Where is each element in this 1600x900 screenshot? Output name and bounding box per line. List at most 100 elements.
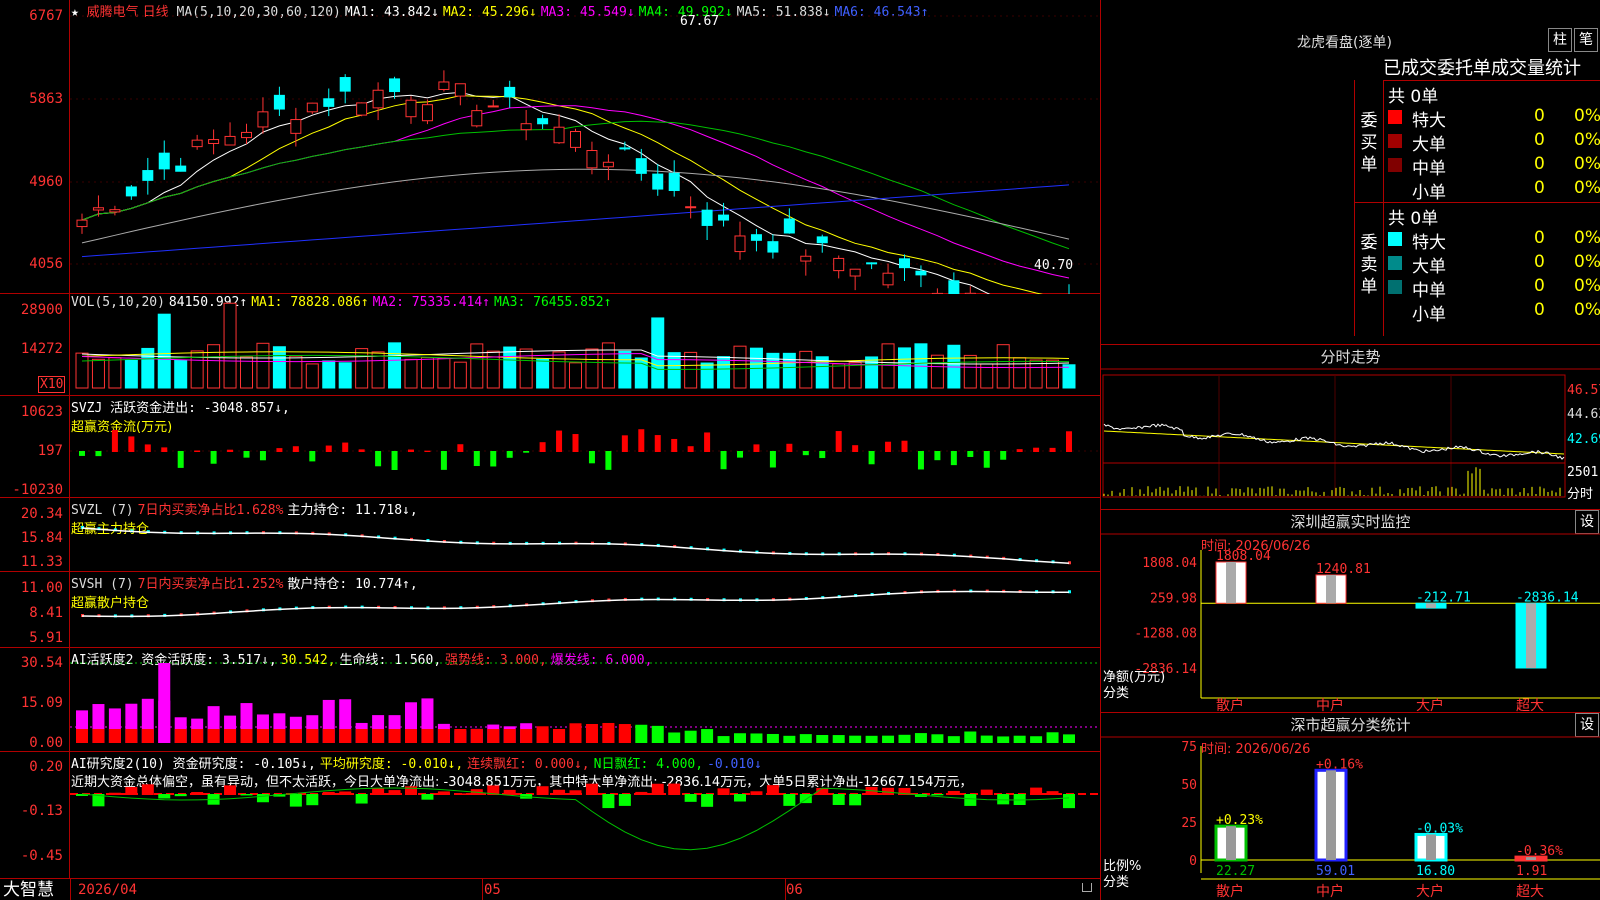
activity-spike <box>158 663 171 743</box>
dragon-tiger-panel[interactable]: 龙虎看盘(逐单) 柱 笔 已成交委托单成交量统计 委买单共 0单 特大 0 0% 大单 0… <box>1100 0 1600 345</box>
research-bar <box>931 794 944 796</box>
activity-bar <box>734 733 746 743</box>
research-bar <box>224 785 237 795</box>
fund-flow-bar <box>852 445 859 452</box>
candle-body <box>224 135 236 146</box>
candle-body <box>323 98 335 107</box>
activity-bar <box>701 729 714 743</box>
sz-stats-panel[interactable]: 深市超赢分类统计 设 时间: 2026/06/26 75 50 25 0 +0.23% 2… <box>1100 713 1600 900</box>
activity-base <box>339 729 352 743</box>
stats-value-label: 1.91 <box>1516 864 1547 879</box>
volume-bar <box>305 363 319 389</box>
intraday-panel[interactable]: 分时走势 46.57 44.63 42.69 2501 分时 <box>1100 345 1600 510</box>
y-tick-label: 1808.04 <box>1142 556 1197 571</box>
volume-bar <box>585 348 599 389</box>
candle-body <box>948 280 960 294</box>
intraday-chart <box>1101 368 1600 498</box>
candlestick-chart <box>70 15 1100 294</box>
candle-body <box>208 139 220 144</box>
activity-base <box>355 729 368 743</box>
activity-bar <box>651 725 664 743</box>
fund-flow-bar <box>358 449 365 452</box>
ai-activity-panel[interactable]: 30.54 15.09 0.00 AI活跃度2 资金活跃度: 3.517↓, 30… <box>0 648 1100 752</box>
sell_side-label: 委卖单 <box>1360 233 1378 297</box>
fund-flow-bar <box>917 451 924 470</box>
activity-bar <box>832 735 845 743</box>
date-label: 2026/04 <box>78 882 138 898</box>
volume-bar <box>420 357 434 389</box>
row-pct: 0% <box>1574 276 1600 296</box>
y-tick-label: 0 <box>1189 854 1197 869</box>
research-bar <box>141 784 154 795</box>
candle-body <box>487 105 499 108</box>
brand-logo: 大智慧 <box>3 880 54 900</box>
research-bar <box>618 794 631 806</box>
volume-bar <box>207 344 221 389</box>
tick-mode-button[interactable]: 笔 <box>1574 28 1598 52</box>
research-bar <box>947 790 960 795</box>
row-count: 0 <box>1534 252 1545 272</box>
activity-base <box>289 729 302 743</box>
fund-flow-bar <box>523 451 530 453</box>
row-name: 大单 <box>1412 135 1446 155</box>
candle-body <box>783 218 795 234</box>
candle-body <box>767 241 779 253</box>
ai-research-panel[interactable]: 0.20 -0.13 -0.45 AI研究度2(10) 资金研究度: -0.10… <box>0 752 1100 878</box>
fund-flow-bar <box>605 451 612 470</box>
bar-mode-button[interactable]: 柱 <box>1548 28 1572 52</box>
sz-monitor-panel[interactable]: 深圳超赢实时监控 设 时间: 2026/06/26 1808.04 259.98-… <box>1100 510 1600 713</box>
candle-body <box>570 131 581 148</box>
fund-flow-bar <box>885 441 892 452</box>
monitor-bar-shade <box>1326 574 1336 604</box>
volume-bar <box>338 362 352 389</box>
candle-body <box>520 123 532 131</box>
activity-base <box>207 729 220 743</box>
candle-body <box>899 258 910 269</box>
row-pct: 0% <box>1574 154 1600 174</box>
candle-body <box>734 235 746 253</box>
ma-line <box>81 184 1070 258</box>
divider <box>1354 202 1600 203</box>
activity-base <box>76 729 88 743</box>
row-name: 小单 <box>1412 183 1446 203</box>
intraday-frame <box>1102 374 1566 498</box>
fund-flow-bar <box>819 451 826 459</box>
svzl-panel[interactable]: 20.34 15.84 11.33 SVZL (7) 7日内买卖净占比1.628%… <box>0 498 1100 572</box>
volume-panel[interactable]: 28900 14272 X10 VOL(5,10,20) 84150.992↑ MA… <box>0 294 1100 396</box>
research-bar <box>289 794 302 807</box>
research-bar <box>997 794 1010 805</box>
sell_side-total: 共 0单 <box>1388 209 1439 229</box>
candle-body <box>750 234 762 241</box>
date-label: 06 <box>786 882 803 898</box>
activity-base <box>306 729 319 743</box>
candle-body <box>405 99 417 118</box>
research-bar <box>372 788 385 795</box>
low-price-label: 40.70 <box>1034 258 1074 273</box>
category-label: 散户 <box>1216 883 1244 900</box>
research-bar <box>388 790 401 795</box>
fund-flow-bar <box>325 445 332 452</box>
legend-swatch <box>1388 158 1402 172</box>
research-bar <box>849 794 862 806</box>
svsh-panel[interactable]: 11.00 8.41 5.91 SVSH (7) 7日内买卖净占比1.252% 散户… <box>0 572 1100 648</box>
volume-bar <box>256 342 270 389</box>
svzj-panel[interactable]: 10623 197 -10230 SVZJ 活跃资金进出: -3048.857↓… <box>0 396 1100 498</box>
legend-swatch <box>1388 110 1402 124</box>
activity-bar <box>635 724 648 743</box>
fund-flow-bar <box>259 451 266 461</box>
volume-bar <box>733 345 747 389</box>
candle-body <box>866 262 878 265</box>
activity-bar <box>766 733 779 743</box>
row-name: 中单 <box>1412 159 1446 179</box>
fund-flow-bar <box>737 451 743 458</box>
candle-body <box>537 118 549 125</box>
lock-icon[interactable] <box>1082 883 1092 892</box>
price-panel[interactable]: 6767 5863 4960 4056 ★ 威腾电气 日线 MA(5,10,20,… <box>0 0 1100 294</box>
volume-bar <box>404 358 418 389</box>
candle-body <box>668 172 680 191</box>
fund-flow-bar <box>687 446 694 452</box>
activity-base <box>388 729 401 743</box>
activity-bar <box>882 735 895 743</box>
ma-line <box>81 168 1070 244</box>
y-tick-label: 50 <box>1181 778 1197 793</box>
